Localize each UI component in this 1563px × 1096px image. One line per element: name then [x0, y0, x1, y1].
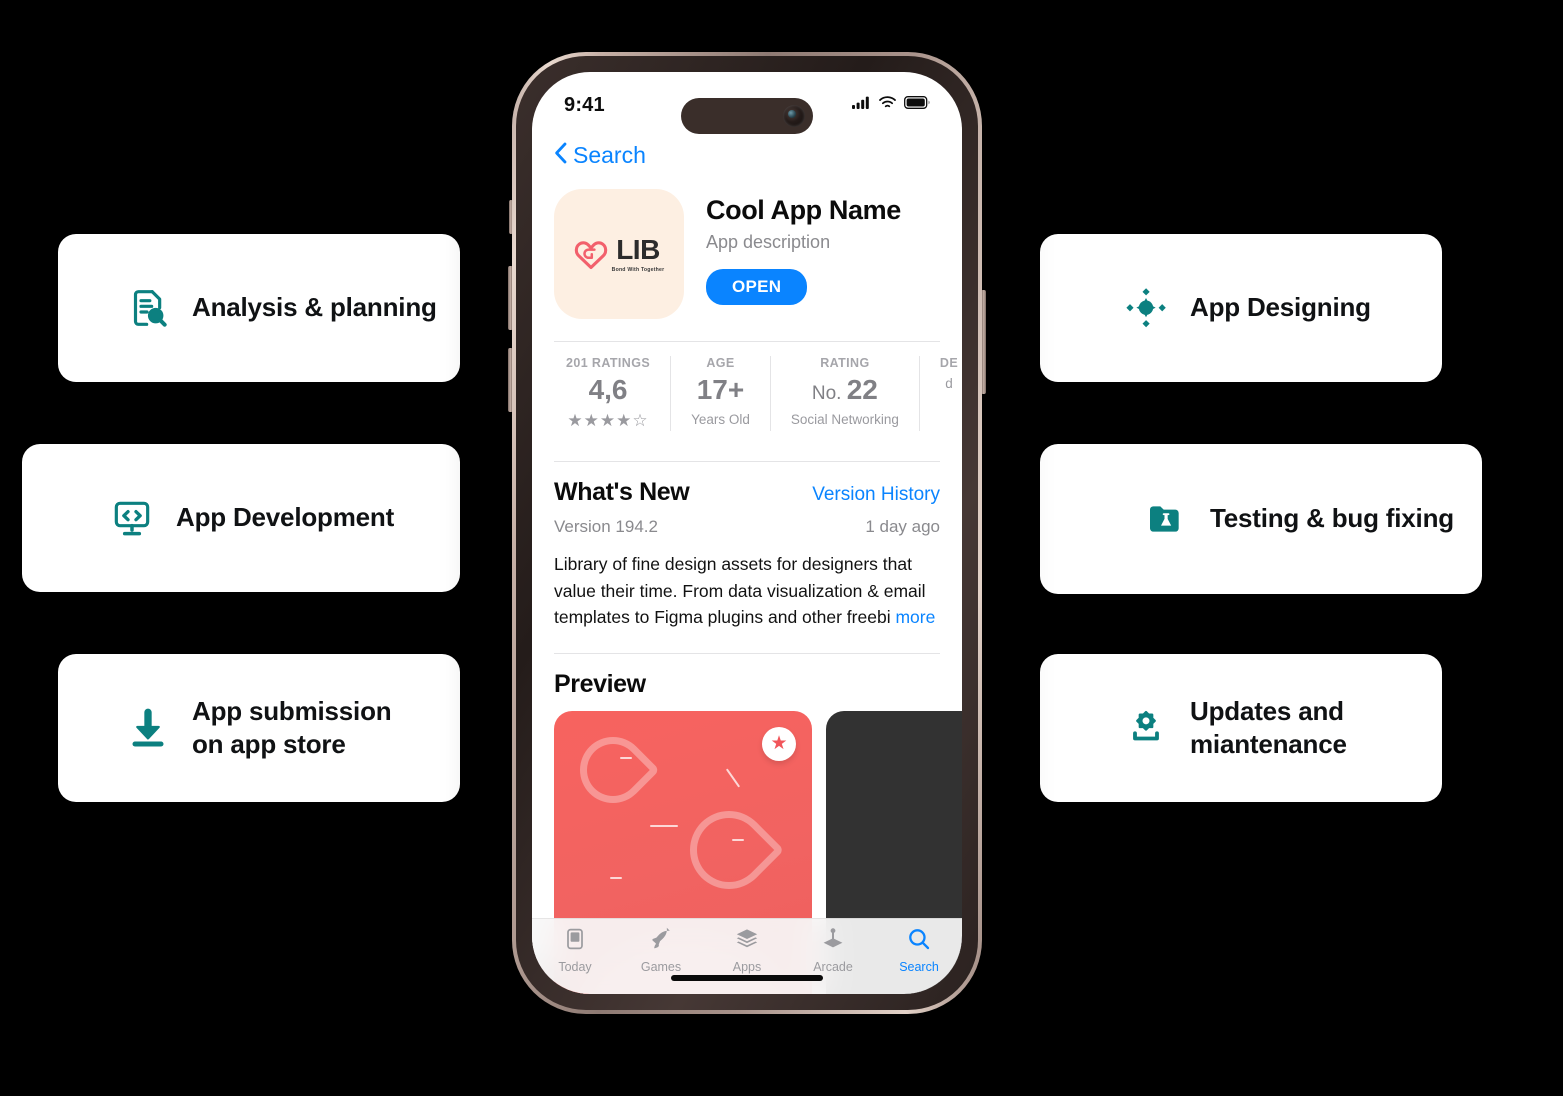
release-notes-text: Library of fine design assets for design… [554, 554, 926, 628]
stat-sub: d [945, 376, 953, 391]
feature-card-label: Testing & bug fixing [1210, 503, 1454, 534]
download-arrow-icon [126, 706, 170, 750]
sparkle-star-icon [1124, 286, 1168, 330]
tab-label: Apps [732, 960, 762, 974]
back-to-search-link[interactable]: Search [532, 132, 962, 183]
star-rating-icon: ★★★★☆ [567, 411, 649, 430]
tab-label: Search [899, 960, 939, 974]
wifi-icon [878, 96, 897, 114]
stat-rank: RATING No. 22 Social Networking [771, 356, 920, 431]
tab-today[interactable]: Today [532, 927, 618, 974]
app-stats-row: 201 RATINGS 4,6 ★★★★☆ AGE 17+ Years Old … [532, 342, 962, 439]
decorative-dash [725, 768, 741, 788]
tab-label: Games [640, 960, 682, 974]
feature-card-app-submission[interactable]: App submission on app store [58, 654, 460, 802]
page-root: Analysis & planning App Development App … [0, 0, 1563, 1096]
app-title: Cool App Name [706, 195, 901, 225]
tab-bar: Today Games Apps Arcade Search [532, 918, 962, 994]
stat-ratings: 201 RATINGS 4,6 ★★★★☆ [546, 356, 672, 431]
decorative-dash [620, 756, 632, 759]
decorative-dash [732, 838, 744, 841]
preview-title: Preview [554, 669, 646, 698]
more-link[interactable]: more [895, 607, 935, 627]
stat-sub: Social Networking [790, 412, 899, 427]
phone-frame-band: 9:41 Search LIB Bond With Together Cool … [512, 52, 982, 1014]
app-description: App description [706, 232, 831, 252]
app-header: LIB Bond With Together Cool App Name App… [532, 183, 962, 319]
decorative-dash [610, 876, 622, 879]
version-number: Version 194.2 [554, 517, 658, 536]
whats-new-section: What's New Version History Version 194.2… [532, 462, 962, 631]
open-button[interactable]: OPEN [706, 269, 808, 305]
stat-caption: AGE [706, 356, 735, 370]
back-label: Search [573, 142, 646, 168]
chevron-left-icon [554, 142, 567, 169]
tab-label: Arcade [813, 960, 853, 974]
front-camera-icon [783, 105, 805, 127]
star-badge-icon: ★ [762, 726, 796, 761]
app-store-page: Search LIB Bond With Together Cool App N… [532, 132, 962, 994]
version-history-link[interactable]: Version History [812, 484, 940, 506]
monitor-code-icon [110, 496, 154, 540]
feature-card-updates-maintenance[interactable]: Updates and miantenance [1040, 654, 1442, 802]
stat-caption: DE [939, 356, 959, 370]
feature-card-label: Updates and miantenance [1190, 695, 1347, 759]
stat-value-number: 22 [846, 374, 878, 405]
stat-age: AGE 17+ Years Old [671, 356, 771, 431]
tab-search[interactable]: Search [876, 927, 962, 974]
tab-apps[interactable]: Apps [704, 927, 790, 974]
tab-arcade[interactable]: Arcade [790, 927, 876, 974]
app-icon-tagline: Bond With Together [611, 266, 665, 273]
decorative-heart-icon [566, 723, 660, 817]
document-search-icon [126, 286, 170, 330]
stat-value: 4,6 [588, 374, 628, 405]
feature-card-label: App Designing [1190, 292, 1371, 323]
cellular-signal-icon [852, 96, 871, 114]
phone-bezel: 9:41 Search LIB Bond With Together Cool … [516, 56, 978, 1010]
phone-screen: 9:41 Search LIB Bond With Together Cool … [532, 72, 962, 994]
phone-mockup: 9:41 Search LIB Bond With Together Cool … [508, 52, 986, 1014]
rocket-icon [649, 927, 673, 956]
preview-section-header: Preview [532, 670, 962, 699]
feature-card-analysis-planning[interactable]: Analysis & planning [58, 234, 460, 382]
feature-card-app-designing[interactable]: App Designing [1040, 234, 1442, 382]
whats-new-title: What's New [554, 478, 690, 506]
feature-card-label: Analysis & planning [192, 292, 437, 323]
stat-value: No. 22 [791, 374, 899, 406]
joystick-icon [821, 927, 845, 956]
whats-new-body: Library of fine design assets for design… [554, 551, 940, 631]
tab-label: Today [558, 960, 592, 974]
feature-card-label: App Development [176, 502, 395, 533]
stat-caption: RATING [820, 356, 870, 370]
battery-icon [904, 96, 930, 114]
gear-maintenance-icon [1124, 706, 1168, 750]
app-icon-wordmark: LIB [616, 233, 660, 265]
heart-logo-icon [574, 238, 608, 270]
status-icons [852, 90, 930, 114]
app-icon: LIB Bond With Together [554, 189, 684, 319]
stat-caption: 201 RATINGS [566, 356, 651, 370]
tab-games[interactable]: Games [618, 927, 704, 974]
divider [554, 652, 940, 654]
status-time: 9:41 [564, 93, 605, 116]
dynamic-island [681, 98, 813, 134]
decorative-dash [650, 824, 678, 827]
stat-developer-truncated: DE d [920, 356, 962, 431]
stat-value-prefix: No. [811, 383, 847, 404]
stat-sub: Years Old [691, 412, 750, 427]
feature-card-app-development[interactable]: App Development [22, 444, 460, 592]
home-indicator[interactable] [671, 975, 823, 981]
layers-stack-icon [735, 927, 759, 956]
feature-card-testing-bug-fixing[interactable]: Testing & bug fixing [1040, 444, 1482, 594]
magnifier-icon [907, 927, 931, 956]
feature-card-label: App submission on app store [192, 695, 392, 759]
decorative-heart-icon [673, 794, 785, 905]
version-date: 1 day ago [865, 517, 940, 536]
stat-value: 17+ [696, 374, 745, 405]
today-card-icon [563, 927, 587, 956]
folder-flask-icon [1144, 497, 1188, 541]
